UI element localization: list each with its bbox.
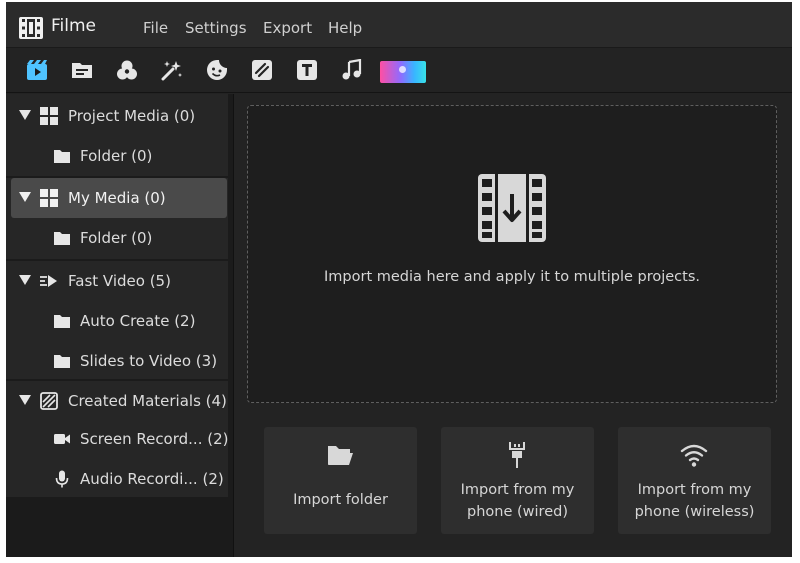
import-wireless-label-line2: phone (wireless) xyxy=(634,504,755,520)
caret-down-icon[interactable] xyxy=(19,110,31,120)
video-camera-icon xyxy=(54,434,70,444)
folder-icon[interactable] xyxy=(69,57,95,83)
media-panel: Import media here and apply it to multip… xyxy=(235,94,792,557)
import-wireless-label-line1: Import from my xyxy=(637,482,752,498)
sidebar-item-audio-record[interactable]: Audio Recordi... (2) xyxy=(6,459,228,499)
toolbar xyxy=(6,49,792,93)
caret-down-icon[interactable] xyxy=(19,192,31,202)
media-drop-zone[interactable]: Import media here and apply it to multip… xyxy=(247,105,777,403)
menu-export[interactable]: Export xyxy=(263,19,312,37)
folder-icon xyxy=(54,355,70,368)
sidebar-group-created-materials: Created Materials (4) Screen Record... (… xyxy=(6,381,228,497)
sidebar-item-label: Folder (0) xyxy=(80,147,153,165)
app-window: Filme File Settings Export Help Project … xyxy=(6,2,792,557)
sidebar: Project Media (0) Folder (0) My Media (0… xyxy=(6,94,234,557)
folder-icon xyxy=(54,315,70,328)
sidebar-item-project-folder[interactable]: Folder (0) xyxy=(6,136,228,176)
menu-help[interactable]: Help xyxy=(328,19,362,37)
drop-zone-hint: Import media here and apply it to multip… xyxy=(324,269,700,285)
caret-down-icon[interactable] xyxy=(19,395,31,405)
sidebar-item-auto-create[interactable]: Auto Create (2) xyxy=(6,301,228,341)
menu-file[interactable]: File xyxy=(143,19,168,37)
wifi-icon xyxy=(680,444,708,467)
import-wired-label-line2: phone (wired) xyxy=(467,504,568,520)
sidebar-group-my-media: My Media (0) Folder (0) xyxy=(6,178,228,259)
sidebar-item-label: Auto Create (2) xyxy=(80,312,196,330)
sidebar-item-label: Fast Video (5) xyxy=(68,272,171,290)
sidebar-item-label: Audio Recordi... (2) xyxy=(80,470,224,488)
folder-icon xyxy=(54,150,70,163)
sidebar-item-slides-to-video[interactable]: Slides to Video (3) xyxy=(6,341,228,381)
media-icon[interactable] xyxy=(24,57,50,83)
sidebar-item-my-folder[interactable]: Folder (0) xyxy=(6,218,228,258)
import-phone-wireless-button[interactable]: Import from my phone (wireless) xyxy=(618,427,771,534)
app-name: Filme xyxy=(51,16,97,36)
folder-icon xyxy=(54,232,70,245)
grid-icon xyxy=(40,189,58,207)
sidebar-item-label: Created Materials (4) xyxy=(68,392,227,410)
sidebar-item-fast-video[interactable]: Fast Video (5) xyxy=(6,261,228,301)
caret-down-icon[interactable] xyxy=(19,275,31,285)
sidebar-item-label: My Media (0) xyxy=(68,189,166,207)
grid-icon xyxy=(40,107,58,125)
import-phone-wired-button[interactable]: Import from my phone (wired) xyxy=(441,427,594,534)
sidebar-item-screen-record[interactable]: Screen Record... (2) xyxy=(6,419,228,459)
sidebar-item-created-materials[interactable]: Created Materials (4) xyxy=(6,381,228,421)
music-icon[interactable] xyxy=(339,57,365,83)
sidebar-group-project-media: Project Media (0) Folder (0) xyxy=(6,94,228,176)
transition-icon[interactable] xyxy=(249,57,275,83)
sidebar-item-my-media[interactable]: My Media (0) xyxy=(11,178,227,218)
sidebar-item-label: Screen Record... (2) xyxy=(80,430,229,448)
filme-logo-icon xyxy=(19,17,43,39)
sidebar-item-label: Slides to Video (3) xyxy=(80,352,218,370)
open-folder-icon xyxy=(328,446,353,465)
microphone-icon xyxy=(55,470,69,488)
title-bar: Filme File Settings Export Help xyxy=(6,2,792,48)
sticker-icon[interactable] xyxy=(204,57,230,83)
import-folder-button[interactable]: Import folder xyxy=(264,427,417,534)
sidebar-group-fast-video: Fast Video (5) Auto Create (2) Slides to… xyxy=(6,261,228,379)
fast-forward-icon xyxy=(40,275,57,287)
materials-icon xyxy=(40,392,58,410)
sidebar-item-project-media[interactable]: Project Media (0) xyxy=(6,96,228,136)
text-icon[interactable] xyxy=(294,57,320,83)
sidebar-item-label: Project Media (0) xyxy=(68,107,196,125)
color-gradient-icon[interactable] xyxy=(380,61,426,83)
import-folder-label: Import folder xyxy=(293,492,388,508)
menu-settings[interactable]: Settings xyxy=(185,19,247,37)
sidebar-item-label: Folder (0) xyxy=(80,229,153,247)
import-wired-label-line1: Import from my xyxy=(460,482,575,498)
effects-icon[interactable] xyxy=(114,57,140,83)
usb-cable-icon xyxy=(509,442,525,468)
film-import-icon xyxy=(478,174,546,242)
magic-icon[interactable] xyxy=(159,57,185,83)
